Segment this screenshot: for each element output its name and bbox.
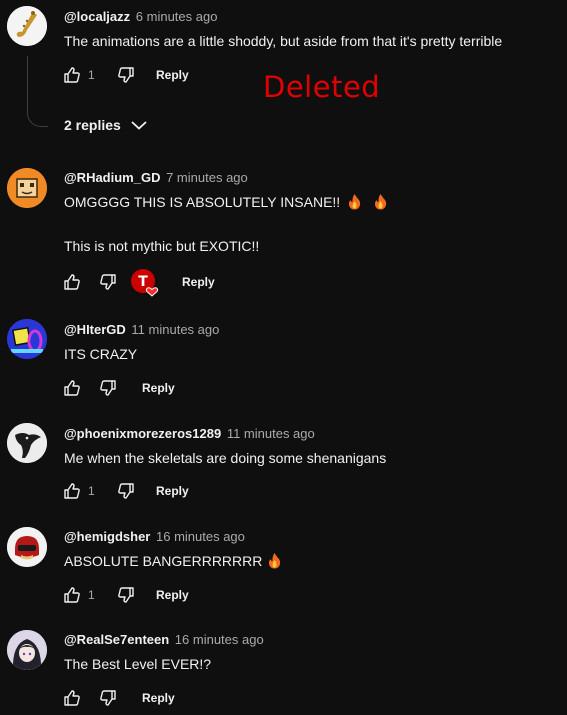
author-name[interactable]: @RHadium_GD [64, 170, 160, 185]
like-count: 1 [88, 484, 95, 498]
comments-section: @localjazz 6 minutes ago The animations … [0, 0, 567, 715]
timestamp[interactable]: 16 minutes ago [175, 632, 264, 647]
thumb-up-icon[interactable] [62, 378, 82, 398]
thread-connector [27, 56, 48, 127]
timestamp[interactable]: 16 minutes ago [156, 529, 245, 544]
author-name[interactable]: @RealSe7enteen [64, 632, 169, 647]
comment-actions: T Reply [62, 268, 215, 297]
creator-avatar-heart-icon: T [131, 269, 159, 297]
thumb-up-icon[interactable] [62, 272, 82, 292]
author-name[interactable]: @phoenixmorezeros1289 [64, 426, 221, 441]
timestamp[interactable]: 11 minutes ago [131, 322, 219, 337]
comment-text: The animations are a little shoddy, but … [64, 33, 503, 49]
avatar[interactable] [7, 423, 47, 463]
comment-actions: Reply [62, 376, 175, 400]
thumb-down-icon[interactable] [98, 378, 118, 398]
author-name[interactable]: @hemigdsher [64, 529, 150, 544]
deleted-annotation: Deleted [263, 70, 381, 104]
saxophone-avatar-icon [7, 6, 47, 46]
comment-header: @RHadium_GD 7 minutes ago [64, 169, 248, 187]
fire-emoji-icon [269, 553, 281, 569]
avatar[interactable] [7, 6, 47, 46]
creator-heart-badge[interactable]: T [130, 268, 159, 297]
avatar[interactable] [7, 527, 47, 567]
view-replies-button[interactable]: 2 replies [64, 117, 147, 133]
comment-actions: 1 Reply [62, 63, 189, 87]
comment-text-line: ABSOLUTE BANGERRRRRRR [64, 551, 282, 571]
like-count: 1 [88, 68, 95, 82]
chevron-down-icon [131, 121, 147, 130]
comment-text: The Best Level EVER!? [64, 656, 212, 672]
comment-actions: Reply [62, 686, 175, 710]
comment-text: OMGGGG THIS IS ABSOLUTELY INSANE!! [64, 194, 341, 210]
thumb-down-icon[interactable] [98, 272, 118, 292]
comment-actions: 1 Reply [62, 583, 189, 607]
anime-character-avatar-icon [7, 630, 47, 670]
replies-count-label: 2 replies [64, 117, 121, 133]
comment-header: @HIterGD 11 minutes ago [64, 321, 219, 339]
comment-text: Me when the skeletals are doing some she… [64, 450, 387, 466]
reply-button[interactable]: Reply [156, 588, 189, 602]
timestamp[interactable]: 11 minutes ago [227, 426, 315, 441]
comment-header: @phoenixmorezeros1289 11 minutes ago [64, 425, 315, 443]
reply-button[interactable]: Reply [142, 691, 175, 705]
avatar[interactable] [7, 319, 47, 359]
thumb-up-icon[interactable] [62, 65, 82, 85]
thumb-up-icon[interactable] [62, 481, 82, 501]
timestamp[interactable]: 6 minutes ago [136, 9, 218, 24]
cube-face-avatar-icon [7, 168, 47, 208]
comment-text-line: OMGGGG THIS IS ABSOLUTELY INSANE!! [64, 192, 388, 212]
thumb-up-icon[interactable] [62, 688, 82, 708]
avatar[interactable] [7, 168, 47, 208]
timestamp[interactable]: 7 minutes ago [166, 170, 248, 185]
thumb-down-icon[interactable] [116, 481, 136, 501]
thumb-down-icon[interactable] [116, 65, 136, 85]
comment-header: @hemigdsher 16 minutes ago [64, 528, 245, 546]
creator-letter: T [138, 274, 148, 290]
thumb-down-icon[interactable] [116, 585, 136, 605]
avatar[interactable] [7, 630, 47, 670]
comment-header: @localjazz 6 minutes ago [64, 8, 217, 26]
like-count: 1 [88, 588, 95, 602]
reply-button[interactable]: Reply [156, 484, 189, 498]
comment-text: This is not mythic but EXOTIC!! [64, 238, 260, 254]
thumb-down-icon[interactable] [98, 688, 118, 708]
reply-button[interactable]: Reply [142, 381, 175, 395]
reply-button[interactable]: Reply [182, 275, 215, 289]
author-name[interactable]: @localjazz [64, 9, 130, 24]
comment-actions: 1 Reply [62, 479, 189, 503]
bird-sketch-avatar-icon [7, 423, 47, 463]
thumb-up-icon[interactable] [62, 585, 82, 605]
fire-emoji-icon [349, 194, 361, 210]
comment-header: @RealSe7enteen 16 minutes ago [64, 631, 264, 649]
geometry-cube-avatar-icon [7, 319, 47, 359]
reply-button[interactable]: Reply [156, 68, 189, 82]
comment-text: ABSOLUTE BANGERRRRRRR [64, 553, 263, 569]
author-name[interactable]: @HIterGD [64, 322, 126, 337]
comment-text: ITS CRAZY [64, 346, 138, 362]
helmet-avatar-icon [7, 527, 47, 567]
fire-emoji-icon [374, 194, 387, 210]
